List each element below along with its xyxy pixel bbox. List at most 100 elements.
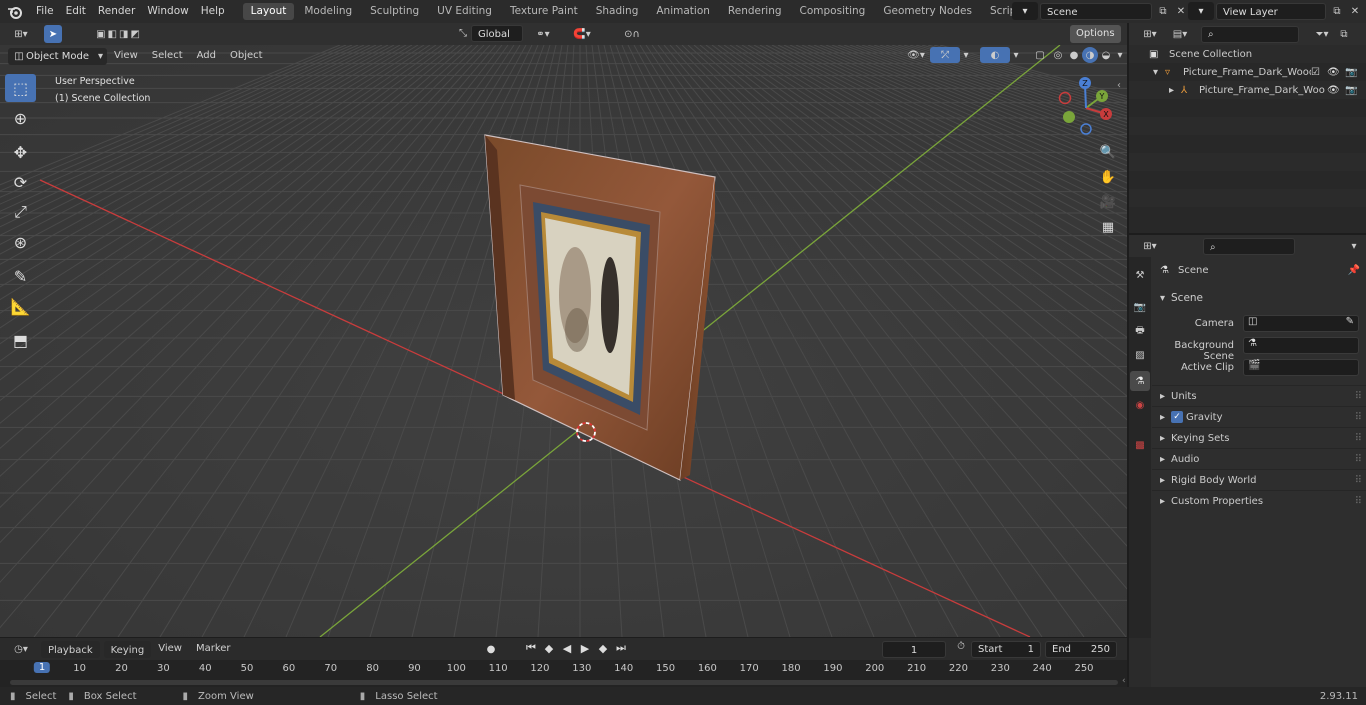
scale-tool-icon[interactable]: ⤢ [5, 198, 36, 226]
jump-end-icon[interactable]: ⏭ [612, 641, 630, 655]
camera-icon[interactable]: 📷 [1345, 67, 1357, 78]
menu-render[interactable]: Render [92, 0, 141, 23]
menu-window[interactable]: Window [141, 0, 194, 23]
tab-shading[interactable]: Shading [588, 3, 647, 20]
transform-tool-icon[interactable]: ⊛ [5, 228, 36, 256]
stopwatch-icon[interactable]: ⏱ [953, 641, 969, 652]
section-custom-properties[interactable]: ▸ Custom Properties ⠿ [1152, 490, 1366, 511]
zoom-icon[interactable]: 🔍 [1097, 141, 1119, 163]
menu-edit[interactable]: Edit [60, 0, 92, 23]
camera-view-icon[interactable]: 🎥 [1097, 191, 1119, 213]
timeline-menu-marker[interactable]: Marker [189, 639, 238, 659]
view-layer-icon[interactable]: ▾ [1188, 2, 1214, 20]
add-cube-tool-icon[interactable]: ⬒ [5, 326, 36, 354]
current-frame-field[interactable]: 1 [882, 641, 946, 658]
rotate-tool-icon[interactable]: ⟳ [5, 168, 36, 196]
drag-handle-icon[interactable]: ⠿ [1355, 454, 1362, 465]
3d-viewport[interactable]: User Perspective (1) Scene Collection Y … [0, 45, 1127, 637]
timeline-editor-icon[interactable]: ◷▾ [7, 644, 35, 655]
move-tool-icon[interactable]: ✥ [5, 138, 36, 166]
checkbox-icon[interactable]: ☑ [1311, 67, 1327, 78]
section-rigid-body-world[interactable]: ▸ Rigid Body World ⠿ [1152, 469, 1366, 490]
timeline-menu-playback[interactable]: Playback [41, 640, 100, 658]
perspective-grid-icon[interactable]: ▦ [1097, 216, 1119, 238]
picture-frame-object[interactable] [475, 130, 735, 490]
cursor-tool-icon[interactable]: ⊕ [5, 104, 36, 132]
select-tool-icon[interactable]: ➤ [44, 25, 62, 43]
viewport-menu-select[interactable]: Select [145, 46, 190, 66]
eyedropper-icon[interactable]: ✎ [1346, 316, 1354, 327]
tab-animation[interactable]: Animation [648, 3, 718, 20]
sidebar-toggle-icon[interactable]: ‹ [1117, 80, 1121, 91]
tab-compositing[interactable]: Compositing [792, 3, 874, 20]
scene-icon[interactable]: ▾ [1012, 2, 1038, 20]
tab-geometry-nodes[interactable]: Geometry Nodes [875, 3, 980, 20]
drag-handle-icon[interactable]: ⠿ [1355, 391, 1362, 402]
chevron-down-icon[interactable]: ▾ [1345, 241, 1363, 252]
section-gravity[interactable]: ▸ ✓ Gravity ⠿ [1152, 406, 1366, 427]
tab-uv-editing[interactable]: UV Editing [429, 3, 500, 20]
next-keyframe-icon[interactable]: ◆ [594, 642, 612, 655]
play-reverse-icon[interactable]: ◀ [558, 642, 576, 655]
scene-name-field[interactable]: Scene [1040, 2, 1152, 20]
proportional-edit-icon[interactable]: ⊙∩ [612, 25, 652, 43]
delete-view-layer-icon[interactable]: ✕ [1346, 2, 1364, 20]
chevron-down-icon[interactable]: ▾ [960, 50, 972, 61]
new-collection-icon[interactable]: ⧉ [1335, 29, 1353, 40]
properties-editor-icon[interactable]: ⊞▾ [1137, 241, 1163, 252]
chevron-down-icon[interactable]: ▾ [1114, 50, 1126, 61]
snap-icon[interactable]: 🧲▾ [562, 25, 602, 43]
new-scene-icon[interactable]: ⧉ [1154, 2, 1172, 20]
prev-keyframe-icon[interactable]: ◆ [540, 642, 558, 655]
timeline-menu-keying[interactable]: Keying [103, 640, 152, 658]
viewport-menu-view[interactable]: View [107, 46, 145, 66]
drag-handle-icon[interactable]: ⠿ [1355, 412, 1362, 423]
measure-tool-icon[interactable]: 📐 [5, 292, 36, 320]
options-button[interactable]: Options [1070, 25, 1121, 43]
outliner-search-input[interactable]: ⌕ [1201, 25, 1299, 43]
outliner-item-row[interactable]: ▸ ⅄ Picture_Frame_Dark_Woo 👁 📷 [1129, 81, 1366, 99]
viewport-menu-object[interactable]: Object [223, 46, 270, 66]
transform-orientation[interactable]: ⤡ Global [455, 25, 523, 42]
world-tab-icon[interactable]: ◉ [1132, 397, 1148, 413]
eye-icon[interactable]: 👁 [1327, 85, 1345, 96]
jump-start-icon[interactable]: ⏮ [522, 641, 540, 655]
texture-tab-icon[interactable]: ▩ [1132, 437, 1148, 453]
background-scene-field[interactable]: ⚗ [1243, 337, 1359, 354]
expand-arrow-icon[interactable]: ▾ [1153, 67, 1165, 78]
camera-icon[interactable]: 📷 [1345, 85, 1357, 96]
properties-search-input[interactable]: ⌕ [1203, 237, 1295, 255]
record-icon[interactable]: ● [482, 641, 500, 657]
section-keying-sets[interactable]: ▸ Keying Sets ⠿ [1152, 427, 1366, 448]
selection-mode-icons[interactable]: ▣◧◨◩ [78, 25, 160, 43]
menu-file[interactable]: File [30, 0, 60, 23]
shading-rendered-icon[interactable]: ◒ [1098, 50, 1114, 61]
display-mode-icon[interactable]: ▤▾ [1167, 29, 1193, 40]
play-icon[interactable]: ▶ [576, 642, 594, 655]
outliner-root-row[interactable]: ▣ Scene Collection [1129, 45, 1366, 63]
drag-handle-icon[interactable]: ⠿ [1355, 433, 1362, 444]
orientation-field[interactable]: Global [471, 25, 523, 42]
checkbox-icon[interactable]: ✓ [1171, 411, 1183, 423]
xray-icon[interactable]: ▢ [1030, 50, 1050, 61]
shading-solid-icon[interactable]: ● [1066, 50, 1082, 61]
pin-icon[interactable]: 📌 [1348, 265, 1360, 276]
camera-field[interactable]: ◫ ✎ [1243, 315, 1359, 332]
active-clip-field[interactable]: 🎬 [1243, 359, 1359, 376]
3d-cursor-icon[interactable] [573, 419, 599, 445]
tool-tab-icon[interactable]: ⚒ [1132, 267, 1148, 283]
section-audio[interactable]: ▸ Audio ⠿ [1152, 448, 1366, 469]
playhead[interactable]: 1 [33, 662, 51, 673]
navigation-gizmo[interactable]: Y X Z [1055, 70, 1125, 140]
visibility-icon[interactable]: 👁▾ [902, 50, 930, 61]
menu-help[interactable]: Help [195, 0, 231, 23]
shading-wireframe-icon[interactable]: ◎ [1050, 50, 1066, 61]
editor-type-icon[interactable]: ⊞▾ [7, 25, 35, 43]
viewport-menu-add[interactable]: Add [190, 46, 223, 66]
scene-tab-icon[interactable]: ⚗ [1130, 371, 1150, 391]
drag-handle-icon[interactable]: ⠿ [1355, 496, 1362, 507]
outliner-editor-icon[interactable]: ⊞▾ [1137, 29, 1163, 40]
filter-icon[interactable]: ⏷▾ [1309, 29, 1335, 40]
pivot-icon[interactable]: ⚭▾ [532, 25, 554, 43]
drag-handle-icon[interactable]: ⠿ [1355, 475, 1362, 486]
